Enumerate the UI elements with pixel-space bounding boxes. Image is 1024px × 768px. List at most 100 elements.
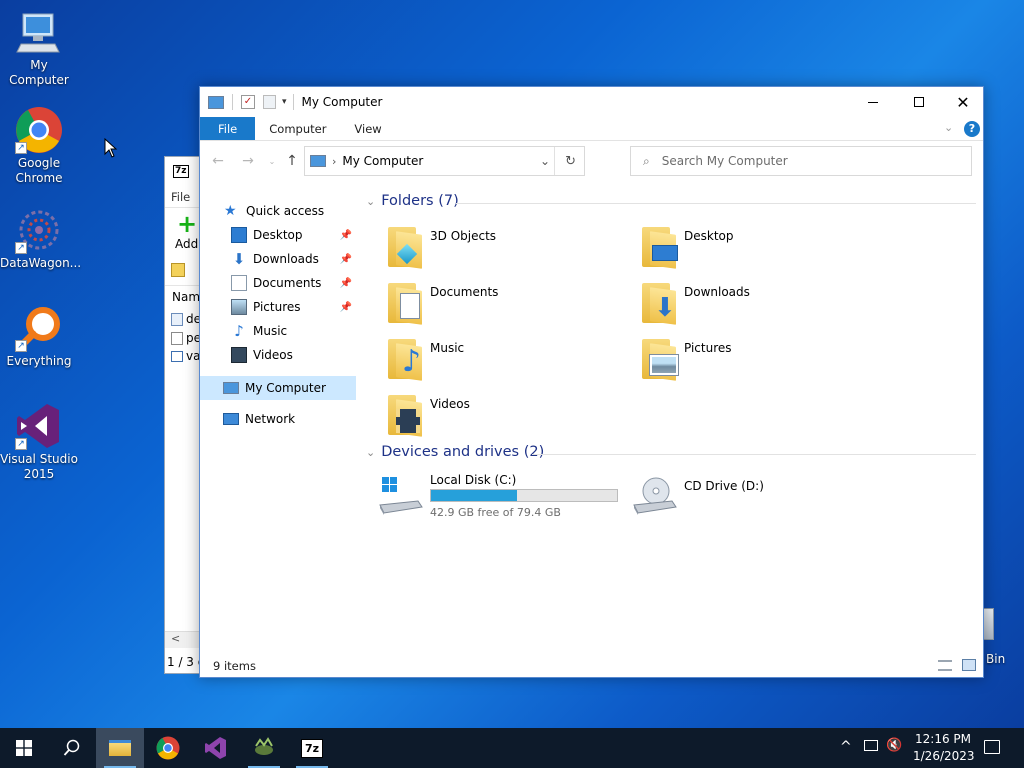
folder-music[interactable]: ♪ Music <box>384 335 634 383</box>
folders-section-header[interactable]: ⌄ Folders (7) <box>366 193 459 209</box>
network-tray-icon[interactable] <box>864 740 878 751</box>
expand-ribbon-icon[interactable]: ⌄ <box>944 121 953 134</box>
arrow-right-icon: → <box>242 153 254 169</box>
desktop-icon-label: DataWagon... <box>0 256 82 270</box>
taskbar-file-explorer[interactable] <box>96 728 144 768</box>
taskbar-visual-studio[interactable] <box>192 728 240 768</box>
tab-computer[interactable]: Computer <box>255 117 340 140</box>
scroll-left-icon[interactable]: < <box>171 632 180 645</box>
desktop-icon-label: Bin <box>986 652 1006 666</box>
nav-item-documents[interactable]: Documents 📌 <box>231 272 356 294</box>
folder-pictures[interactable]: Pictures <box>638 335 888 383</box>
file-icon <box>171 312 183 326</box>
title-bar[interactable]: ✓ ▾ My Computer ✕ <box>200 87 983 117</box>
sevenzip-col-name[interactable]: Nam <box>172 290 200 304</box>
desktop-icon-chrome[interactable]: ↗ Google Chrome <box>0 106 78 186</box>
sevenzip-row[interactable]: de <box>171 312 201 326</box>
drive-usage-fill <box>431 490 517 501</box>
taskbar-7zip[interactable]: 7z <box>288 728 336 768</box>
breadcrumb-chevron-icon[interactable]: › <box>332 155 336 168</box>
sevenzip-window[interactable]: 7z File + Add Nam de pe va < 1 / 3 o <box>164 156 204 674</box>
desktop-icon-datawagon[interactable]: ↗ DataWagon... <box>0 206 82 271</box>
search-button[interactable] <box>48 728 96 768</box>
desktop-folder-icon <box>638 223 686 271</box>
pin-icon[interactable]: 📌 <box>340 230 352 241</box>
desktop-icon-recycle-bin[interactable]: Bin <box>980 600 1024 670</box>
up-button[interactable]: ↑ <box>280 149 304 173</box>
minimize-button[interactable] <box>850 87 896 117</box>
nav-item-downloads[interactable]: ⬇ Downloads 📌 <box>231 248 356 270</box>
chevron-down-icon: ⌄ <box>366 445 376 459</box>
desktop-icon-label: Visual Studio 2015 <box>0 452 78 481</box>
nav-item-videos[interactable]: Videos <box>231 344 293 366</box>
desktop-icon-my-computer[interactable]: My Computer <box>0 8 78 88</box>
taskbar: 7z ^ 🔇 12:16 PM 1/26/2023 <box>0 728 1024 768</box>
computer-icon <box>208 95 224 109</box>
close-button[interactable]: ✕ <box>940 87 986 117</box>
breadcrumb[interactable]: My Computer <box>342 154 423 168</box>
folder-videos[interactable]: Videos <box>384 391 634 439</box>
clock-time[interactable]: 12:16 PM <box>915 732 971 746</box>
notifications-icon[interactable] <box>984 740 1000 754</box>
maximize-button[interactable] <box>896 87 942 117</box>
3d-objects-folder-icon <box>384 223 432 271</box>
shortcut-arrow-icon: ↗ <box>15 242 27 254</box>
explorer-window[interactable]: ✓ ▾ My Computer ✕ File Computer View ⌄ ?… <box>199 86 984 678</box>
nav-quick-access[interactable]: ★ Quick access <box>224 200 324 222</box>
chevron-down-icon: ⌄ <box>366 194 376 208</box>
clock-date[interactable]: 1/26/2023 <box>913 749 975 763</box>
sevenzip-up-folder-icon[interactable] <box>171 263 185 277</box>
drives-section-header[interactable]: ⌄ Devices and drives (2) <box>366 444 544 460</box>
shortcut-arrow-icon: ↗ <box>15 438 27 450</box>
forward-button[interactable]: → <box>236 149 260 173</box>
visual-studio-icon <box>205 737 226 759</box>
volume-muted-icon[interactable]: 🔇 <box>886 738 902 753</box>
search-input[interactable]: ⌕ Search My Computer <box>630 146 972 176</box>
computer-icon <box>310 155 326 167</box>
taskbar-chrome[interactable] <box>144 728 192 768</box>
drive-local-disk-c[interactable]: Local Disk (C:) 42.9 GB free of 79.4 GB <box>378 471 628 521</box>
tab-file[interactable]: File <box>200 117 256 140</box>
ribbon-tabs: File Computer View ⌄ ? <box>200 117 983 141</box>
nav-my-computer[interactable]: My Computer <box>200 376 356 400</box>
videos-film-icon <box>231 347 247 363</box>
drive-cd-d[interactable]: CD Drive (D:) <box>632 471 882 521</box>
refresh-icon[interactable]: ↻ <box>565 154 576 169</box>
folder-3d-objects[interactable]: 3D Objects <box>384 223 634 271</box>
taskbar-datawagon[interactable] <box>240 728 288 768</box>
pin-icon[interactable]: 📌 <box>340 278 352 289</box>
music-note-icon: ♪ <box>234 322 244 340</box>
sevenzip-row[interactable]: va <box>171 349 200 363</box>
show-hidden-icons-chevron-icon[interactable]: ^ <box>840 739 852 755</box>
nav-item-desktop[interactable]: Desktop 📌 <box>231 224 356 246</box>
address-bar[interactable]: › My Computer ⌄ ↻ <box>304 146 585 176</box>
nav-item-music[interactable]: ♪ Music <box>231 320 287 342</box>
details-view-icon[interactable] <box>938 660 952 671</box>
start-button[interactable] <box>0 728 48 768</box>
pin-icon[interactable]: 📌 <box>340 254 352 265</box>
quick-access-toolbar-dropdown-icon[interactable]: ▾ <box>282 97 287 107</box>
nav-item-pictures[interactable]: Pictures 📌 <box>231 296 356 318</box>
help-icon[interactable]: ? <box>964 121 980 137</box>
folder-downloads[interactable]: ⬇ Downloads <box>638 279 888 327</box>
arrow-left-icon: ← <box>212 153 224 169</box>
properties-checkmark-icon[interactable]: ✓ <box>241 95 255 109</box>
folder-desktop[interactable]: Desktop <box>638 223 888 271</box>
sevenzip-menu-file[interactable]: File <box>171 190 190 204</box>
computer-icon <box>223 382 239 394</box>
nav-network[interactable]: Network <box>223 408 295 430</box>
address-dropdown-icon[interactable]: ⌄ <box>540 154 550 168</box>
sevenzip-row[interactable]: pe <box>171 331 201 345</box>
folder-documents[interactable]: Documents <box>384 279 634 327</box>
chrome-icon <box>156 736 180 760</box>
back-button[interactable]: ← <box>206 149 230 173</box>
new-folder-icon[interactable] <box>263 95 276 109</box>
pin-icon[interactable]: 📌 <box>340 302 352 313</box>
windows-drive-icon <box>378 477 424 517</box>
datawagon-icon: ↗ <box>15 206 63 254</box>
desktop-icon-visual-studio[interactable]: ↗ Visual Studio 2015 <box>0 402 78 482</box>
desktop-icon-everything[interactable]: ↗ Everything <box>0 304 78 369</box>
search-icon: ⌕ <box>643 153 650 168</box>
tab-view[interactable]: View <box>340 117 395 140</box>
tiles-view-icon[interactable] <box>962 659 976 671</box>
